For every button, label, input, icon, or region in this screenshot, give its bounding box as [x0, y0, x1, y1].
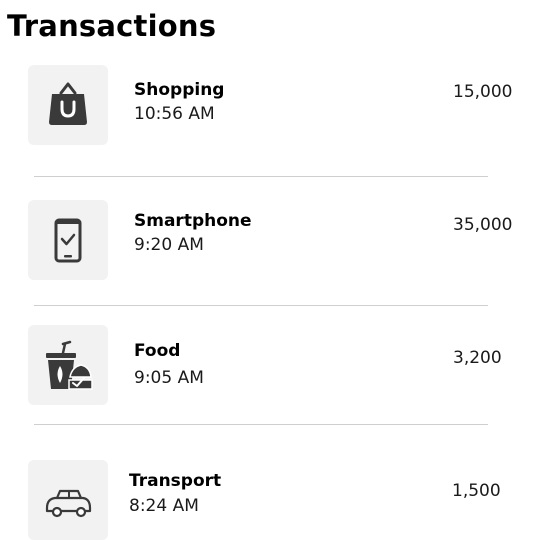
- smartphone-icon: [54, 218, 82, 263]
- divider: [34, 305, 488, 306]
- transaction-row-shopping[interactable]: Shopping 10:56 AM 15,000: [0, 65, 535, 145]
- shopping-bag-icon: [49, 82, 87, 125]
- divider: [34, 176, 488, 177]
- transaction-list: Shopping 10:56 AM 15,000 Smartphone 9:20…: [0, 0, 535, 540]
- transaction-amount: 35,000: [453, 215, 513, 235]
- transaction-name: Transport: [129, 471, 222, 491]
- divider: [34, 424, 488, 425]
- transaction-time: 8:24 AM: [129, 496, 199, 516]
- transaction-row-smartphone[interactable]: Smartphone 9:20 AM 35,000: [0, 200, 535, 280]
- transaction-icon-tile: [28, 460, 108, 540]
- transaction-name: Food: [134, 341, 181, 361]
- transaction-row-transport[interactable]: Transport 8:24 AM 1,500: [0, 460, 535, 540]
- transaction-row-food[interactable]: Food 9:05 AM 3,200: [0, 325, 535, 405]
- transaction-icon-tile: [28, 325, 108, 405]
- transaction-amount: 1,500: [452, 481, 501, 501]
- transaction-name: Shopping: [134, 80, 225, 100]
- transaction-time: 10:56 AM: [134, 104, 215, 124]
- transaction-amount: 15,000: [453, 82, 513, 102]
- food-drink-icon: [46, 340, 93, 390]
- transaction-icon-tile: [28, 200, 108, 280]
- transaction-icon-tile: [28, 65, 108, 145]
- transaction-name: Smartphone: [134, 211, 252, 231]
- transaction-time: 9:20 AM: [134, 235, 204, 255]
- taxi-icon: [45, 489, 92, 518]
- transaction-time: 9:05 AM: [134, 368, 204, 388]
- transaction-amount: 3,200: [453, 348, 502, 368]
